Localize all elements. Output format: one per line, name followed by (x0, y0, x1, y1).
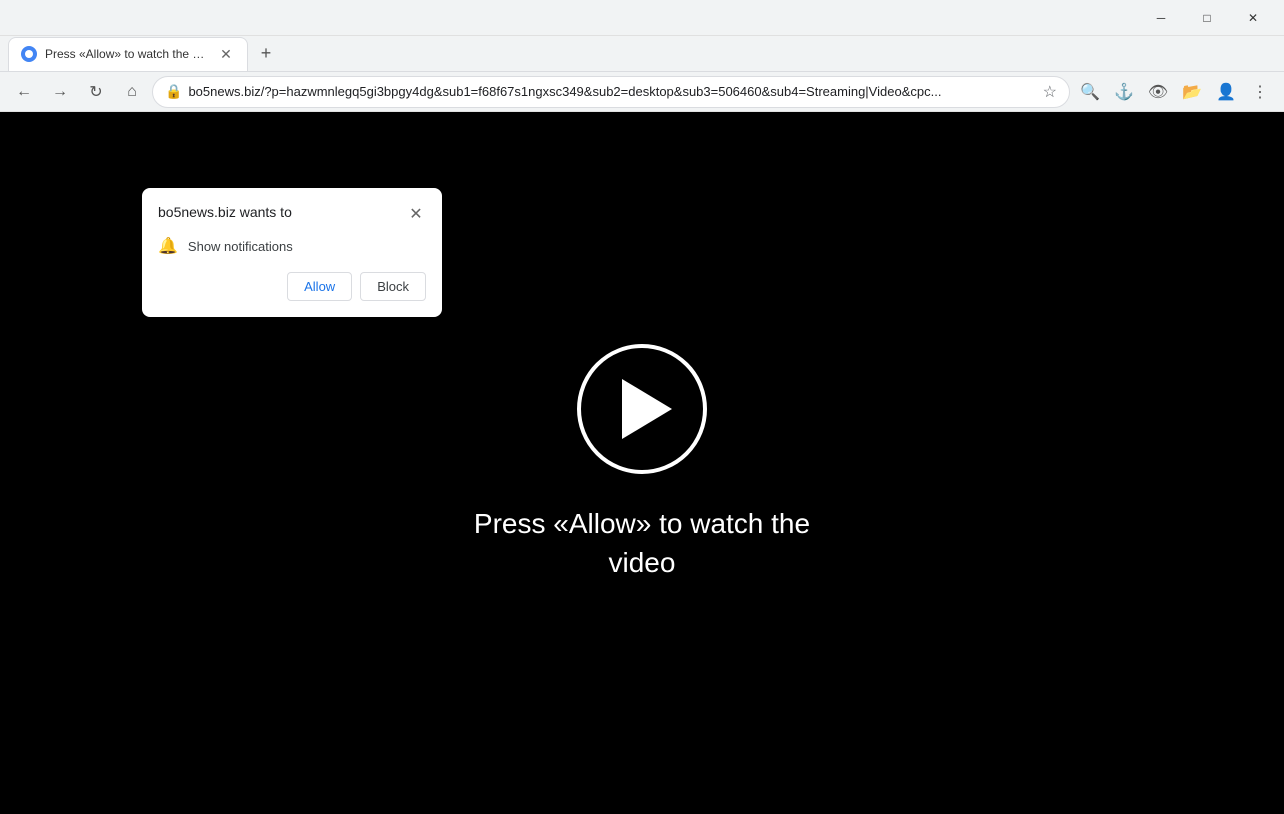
extensions-icon[interactable]: ⚓ (1108, 76, 1140, 108)
nav-bar: ← → ↻ ⌂ 🔒 bo5news.biz/?p=hazwmnlegq5gi3b… (0, 72, 1284, 112)
allow-button[interactable]: Allow (287, 272, 352, 301)
tab-bar: Press «Allow» to watch the video ✕ + (0, 36, 1284, 72)
tab-favicon (21, 46, 37, 62)
popup-permission-row: 🔔 Show notifications (158, 236, 426, 256)
close-button[interactable]: ✕ (1230, 0, 1276, 36)
url-text: bo5news.biz/?p=hazwmnlegq5gi3bpgy4dg&sub… (188, 84, 1036, 99)
web-content: Press «Allow» to watch the video bo5news… (0, 112, 1284, 814)
bell-icon: 🔔 (158, 236, 178, 256)
download-icon[interactable]: 📂 (1176, 76, 1208, 108)
block-button[interactable]: Block (360, 272, 426, 301)
back-button[interactable]: ← (8, 76, 40, 108)
window-controls: ─ □ ✕ (1138, 0, 1276, 36)
home-button[interactable]: ⌂ (116, 76, 148, 108)
popup-permission-label: Show notifications (188, 239, 293, 254)
eye-icon[interactable]: 👁 (1142, 76, 1174, 108)
tab-title: Press «Allow» to watch the video (45, 47, 209, 61)
title-bar: ─ □ ✕ (0, 0, 1284, 36)
reload-button[interactable]: ↻ (80, 76, 112, 108)
video-prompt-text: Press «Allow» to watch the video (474, 504, 810, 582)
active-tab[interactable]: Press «Allow» to watch the video ✕ (8, 37, 248, 71)
tab-close-button[interactable]: ✕ (217, 45, 235, 63)
play-button[interactable] (577, 344, 707, 474)
security-icon: 🔒 (165, 83, 182, 100)
menu-icon[interactable]: ⋮ (1244, 76, 1276, 108)
popup-title: bo5news.biz wants to (158, 204, 292, 220)
play-triangle-icon (622, 379, 672, 439)
new-tab-button[interactable]: + (252, 40, 280, 68)
notification-popup: bo5news.biz wants to ✕ 🔔 Show notificati… (142, 188, 442, 317)
maximize-button[interactable]: □ (1184, 0, 1230, 36)
bookmark-icon[interactable]: ☆ (1043, 82, 1057, 102)
video-overlay: Press «Allow» to watch the video (474, 344, 810, 582)
popup-header: bo5news.biz wants to ✕ (158, 204, 426, 224)
popup-close-button[interactable]: ✕ (406, 204, 426, 224)
zoom-icon[interactable]: 🔍 (1074, 76, 1106, 108)
forward-button[interactable]: → (44, 76, 76, 108)
address-bar[interactable]: 🔒 bo5news.biz/?p=hazwmnlegq5gi3bpgy4dg&s… (152, 76, 1070, 108)
account-icon[interactable]: 👤 (1210, 76, 1242, 108)
minimize-button[interactable]: ─ (1138, 0, 1184, 36)
toolbar-icons: 🔍 ⚓ 👁 📂 👤 ⋮ (1074, 76, 1276, 108)
popup-actions: Allow Block (158, 272, 426, 301)
